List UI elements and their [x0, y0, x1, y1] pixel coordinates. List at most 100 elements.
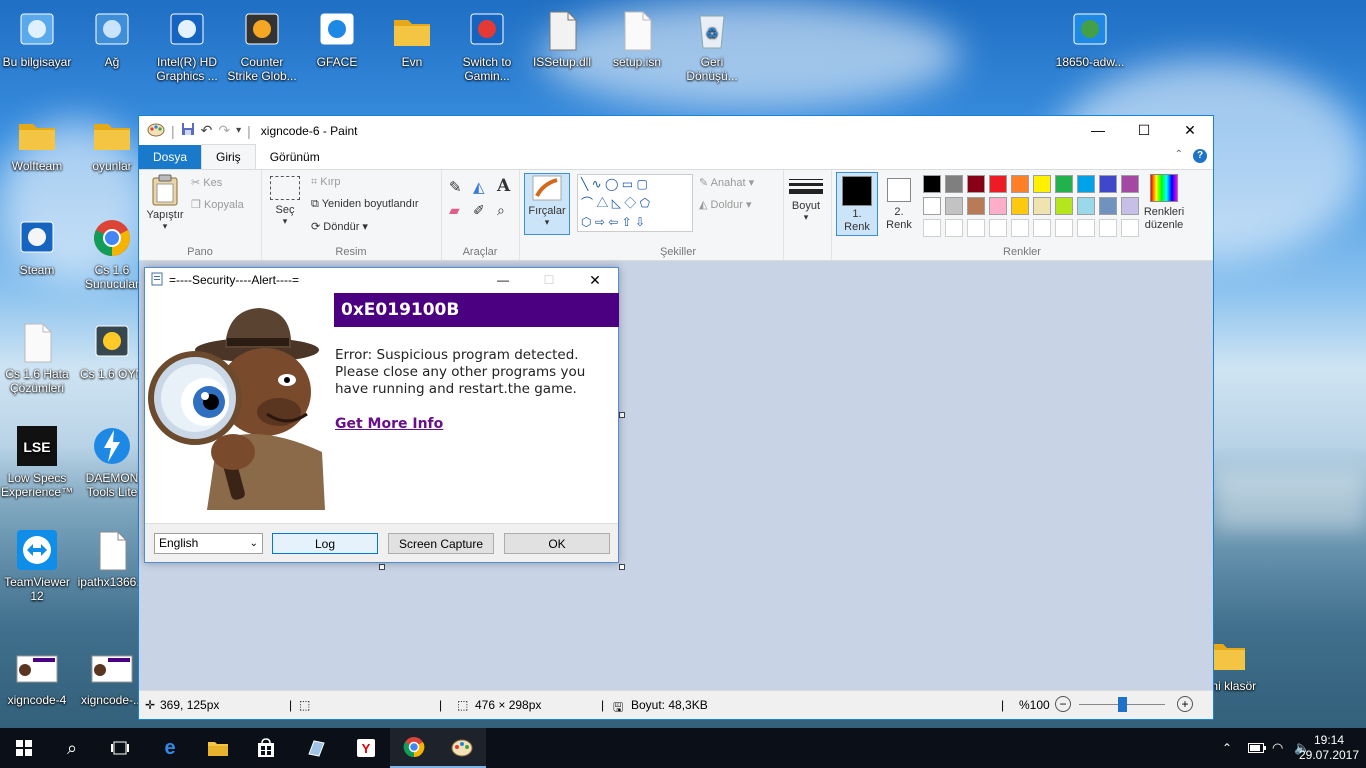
- search-icon[interactable]: ⌕: [48, 728, 96, 768]
- customize-qat-icon[interactable]: ▾: [236, 125, 241, 136]
- maximize-button[interactable]: ☐: [1121, 116, 1167, 145]
- clock[interactable]: 19:14 29.07.2017: [1299, 728, 1359, 768]
- resize-handle[interactable]: [619, 564, 625, 570]
- magnifier-icon[interactable]: ⌕: [497, 202, 505, 219]
- app-icon[interactable]: [292, 728, 340, 768]
- outline-button[interactable]: ✎ Anahat ▾: [699, 176, 754, 189]
- chrome-taskbar-icon[interactable]: [390, 728, 438, 768]
- cut-button[interactable]: ✂ Kes: [191, 176, 222, 189]
- color-swatch[interactable]: [1077, 197, 1095, 215]
- arrow-up-shape-icon[interactable]: ⇧: [622, 215, 632, 229]
- desktop-icon[interactable]: Cs 1.6 Hata Çözümleri: [0, 320, 74, 395]
- desktop-icon[interactable]: xigncode-4: [0, 646, 74, 707]
- fill-shape-button[interactable]: ◭ Doldur ▾: [699, 198, 752, 211]
- zoom-slider-thumb[interactable]: [1118, 697, 1127, 712]
- task-view-icon[interactable]: [96, 728, 144, 768]
- desktop-icon[interactable]: Ağ: [75, 8, 149, 69]
- desktop-icon[interactable]: TeamViewer 12: [0, 528, 74, 603]
- paste-button[interactable]: Yapıştır ▾: [145, 174, 185, 232]
- desktop-icon[interactable]: ♻ Geri Dönüşü...: [675, 8, 749, 83]
- desktop-icon[interactable]: Evn: [375, 8, 449, 69]
- close-button[interactable]: ✕: [1167, 116, 1213, 145]
- desktop-icon[interactable]: 18650-adw...: [1053, 8, 1127, 69]
- paint-taskbar-icon[interactable]: [438, 728, 486, 768]
- save-icon[interactable]: [181, 122, 195, 139]
- custom-color-slot[interactable]: [923, 219, 941, 237]
- arrow-left-shape-icon[interactable]: ⇦: [608, 215, 618, 229]
- eraser-icon[interactable]: ▰: [449, 202, 460, 219]
- custom-color-slot[interactable]: [989, 219, 1007, 237]
- diamond-shape-icon[interactable]: ◇: [624, 196, 636, 210]
- custom-color-slot[interactable]: [1055, 219, 1073, 237]
- color-swatch[interactable]: [1033, 175, 1051, 193]
- custom-color-slot[interactable]: [967, 219, 985, 237]
- color1-button[interactable]: 1. Renk: [836, 172, 878, 236]
- rotate-button[interactable]: ⟳ Döndür ▾: [311, 220, 368, 233]
- polygon-shape-icon[interactable]: ⌒: [581, 196, 593, 210]
- color-picker-icon[interactable]: ✐: [473, 202, 485, 219]
- file-explorer-icon[interactable]: [194, 728, 242, 768]
- arrow-right-shape-icon[interactable]: ⇨: [595, 215, 605, 229]
- custom-color-slot[interactable]: [1033, 219, 1051, 237]
- desktop-icon[interactable]: Steam: [0, 216, 74, 277]
- pencil-icon[interactable]: ✎: [449, 178, 462, 196]
- custom-color-slot[interactable]: [1011, 219, 1029, 237]
- ok-button[interactable]: OK: [504, 533, 610, 554]
- color-swatch[interactable]: [1011, 197, 1029, 215]
- tab-view[interactable]: Görünüm: [256, 145, 334, 169]
- yandex-browser-icon[interactable]: Y: [342, 728, 390, 768]
- color-swatch[interactable]: [1099, 175, 1117, 193]
- wifi-icon[interactable]: ◠: [1272, 728, 1283, 768]
- color-swatch[interactable]: [1011, 175, 1029, 193]
- color-swatch[interactable]: [1121, 197, 1139, 215]
- color2-button[interactable]: 2. Renk: [879, 172, 919, 234]
- paint-app-icon[interactable]: [147, 121, 165, 140]
- edit-colors-button[interactable]: Renkleri düzenle: [1139, 172, 1189, 232]
- curve-shape-icon[interactable]: ∿: [592, 177, 602, 191]
- screen-capture-button[interactable]: Screen Capture: [388, 533, 494, 554]
- triangle-shape-icon[interactable]: △: [596, 196, 608, 210]
- rect-shape-icon[interactable]: ▭: [622, 177, 633, 191]
- resize-handle[interactable]: [379, 564, 385, 570]
- custom-color-slot[interactable]: [1077, 219, 1095, 237]
- color-swatch[interactable]: [923, 175, 941, 193]
- help-icon[interactable]: ?: [1193, 149, 1207, 163]
- color-swatch[interactable]: [945, 197, 963, 215]
- log-button[interactable]: Log: [272, 533, 378, 554]
- desktop-icon[interactable]: Wolfteam: [0, 112, 74, 173]
- language-select[interactable]: English ⌄: [154, 533, 263, 554]
- arrow-down-shape-icon[interactable]: ⇩: [635, 215, 645, 229]
- color-swatch[interactable]: [1099, 197, 1117, 215]
- store-icon[interactable]: [242, 728, 290, 768]
- desktop-icon[interactable]: setup.isn: [600, 8, 674, 69]
- desktop-icon[interactable]: Bu bilgisayar: [0, 8, 74, 69]
- color-swatch[interactable]: [1033, 197, 1051, 215]
- color-swatch[interactable]: [945, 175, 963, 193]
- size-button[interactable]: Boyut ▾: [787, 176, 825, 223]
- select-button[interactable]: Seç ▾: [267, 174, 303, 227]
- undo-icon[interactable]: ↶: [201, 122, 213, 139]
- color-swatch[interactable]: [967, 197, 985, 215]
- desktop-icon[interactable]: Intel(R) HD Graphics ...: [150, 8, 224, 83]
- zoom-out-button[interactable]: −: [1055, 696, 1071, 712]
- desktop-icon[interactable]: LSE Low Specs Experience™: [0, 424, 74, 499]
- color-swatch[interactable]: [967, 175, 985, 193]
- fill-icon[interactable]: ◭: [473, 178, 485, 196]
- copy-button[interactable]: ❐ Kopyala: [191, 198, 244, 211]
- dialog-maximize-button[interactable]: ☐: [526, 268, 572, 292]
- color-swatch[interactable]: [1077, 175, 1095, 193]
- shapes-gallery[interactable]: ╲ ∿ ◯ ▭ ▢ ⌒ △ ◺ ◇ ⬠ ⬡ ⇨ ⇦ ⇧ ⇩: [577, 174, 693, 232]
- oval-shape-icon[interactable]: ◯: [605, 177, 618, 191]
- desktop-icon[interactable]: ISSetup.dll: [525, 8, 599, 69]
- desktop-icon[interactable]: Switch to Gamin...: [450, 8, 524, 83]
- start-button[interactable]: [0, 728, 48, 768]
- desktop-icon[interactable]: GFACE: [300, 8, 374, 69]
- minimize-button[interactable]: —: [1075, 116, 1121, 145]
- zoom-in-button[interactable]: +: [1177, 696, 1193, 712]
- color-swatch[interactable]: [989, 197, 1007, 215]
- pentagon-shape-icon[interactable]: ⬠: [640, 196, 650, 210]
- desktop-icon[interactable]: Counter Strike Glob...: [225, 8, 299, 83]
- color-swatch[interactable]: [923, 197, 941, 215]
- dialog-minimize-button[interactable]: —: [480, 268, 526, 292]
- show-hidden-icons[interactable]: ⌃: [1222, 728, 1232, 768]
